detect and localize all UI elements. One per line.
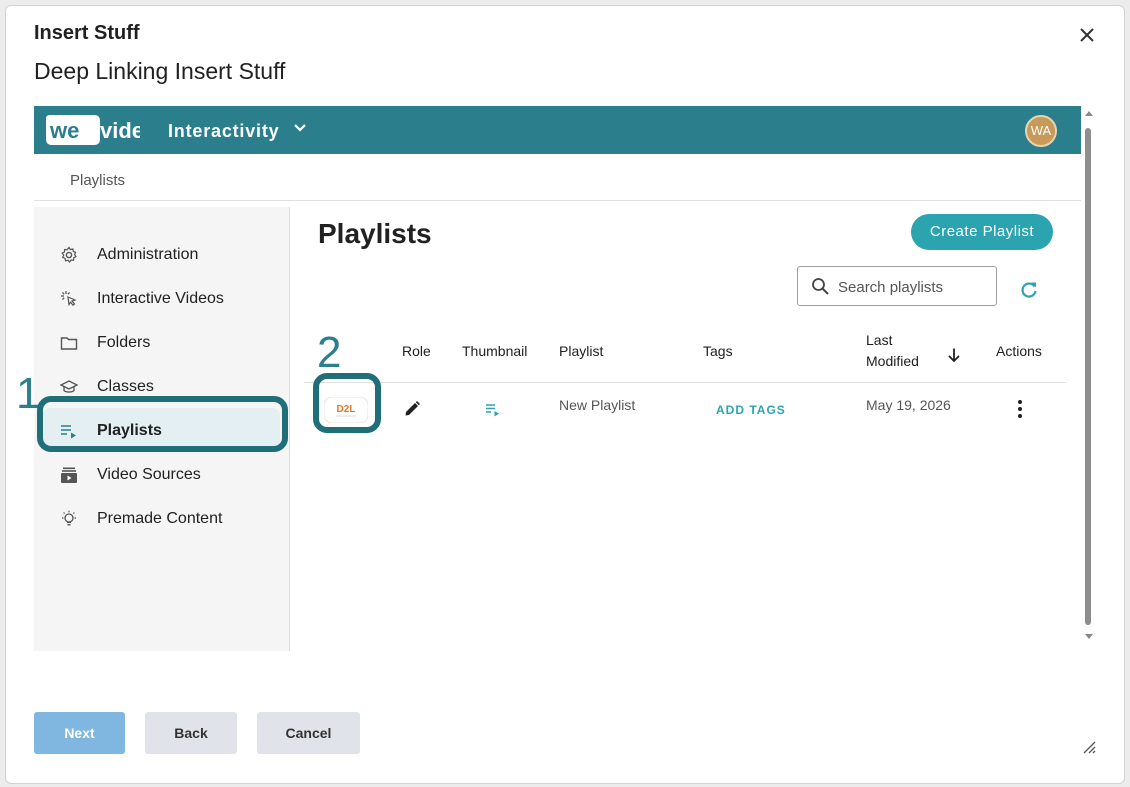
graduation-cap-icon <box>60 380 78 393</box>
resize-grip-icon[interactable] <box>1082 740 1096 754</box>
search-box[interactable] <box>797 266 997 306</box>
kebab-menu-icon[interactable] <box>1012 398 1028 420</box>
sidebar-item-label: Folders <box>97 334 151 351</box>
last-modified-date: May 19, 2026 <box>866 397 951 413</box>
dialog-subtitle: Deep Linking Insert Stuff <box>34 58 286 84</box>
refresh-icon[interactable] <box>1019 280 1039 300</box>
app-switcher-label[interactable]: Interactivity <box>168 121 279 142</box>
column-header-last-modified-line1[interactable]: Last <box>866 332 892 348</box>
sidebar-item-premade-content[interactable]: Premade Content <box>34 501 290 537</box>
user-avatar[interactable]: WA <box>1025 115 1057 147</box>
sidebar-item-interactive-videos[interactable]: Interactive Videos <box>34 281 290 317</box>
pencil-icon <box>405 401 420 416</box>
sidebar-divider <box>289 207 290 651</box>
close-button[interactable] <box>1075 23 1099 47</box>
sidebar-item-label: Classes <box>97 378 154 395</box>
scrollbar-thumb[interactable] <box>1085 128 1091 625</box>
wevideo-logo: we video <box>46 115 140 145</box>
sidebar-item-label: Video Sources <box>97 466 201 483</box>
sidebar-item-folders[interactable]: Folders <box>34 325 290 361</box>
create-playlist-button[interactable]: Create Playlist <box>911 214 1053 250</box>
annotation-highlight-d2l <box>313 373 381 433</box>
back-button[interactable]: Back <box>145 712 237 754</box>
embedded-app-frame: we video Interactivity WA Playlists Admi… <box>34 106 1081 651</box>
dialog-title: Insert Stuff <box>34 22 140 44</box>
annotation-highlight-playlists <box>37 396 288 452</box>
chevron-down-icon[interactable] <box>293 121 307 135</box>
video-stack-icon <box>61 467 77 483</box>
sidebar-item-label: Premade Content <box>97 510 223 527</box>
add-tags-link[interactable]: ADD TAGS <box>716 403 786 417</box>
app-header: we video Interactivity WA <box>34 106 1081 154</box>
sidebar-item-label: Administration <box>97 246 199 263</box>
breadcrumb[interactable]: Playlists <box>70 172 125 189</box>
column-header-tags[interactable]: Tags <box>703 343 733 359</box>
playlist-name[interactable]: New Playlist <box>559 397 635 413</box>
annotation-number-2: 2 <box>317 328 342 377</box>
gear-icon <box>61 246 77 263</box>
close-icon <box>1080 28 1094 42</box>
column-header-playlist[interactable]: Playlist <box>559 343 603 359</box>
cursor-click-icon <box>61 291 77 307</box>
cancel-button[interactable]: Cancel <box>257 712 360 754</box>
svg-text:we: we <box>49 118 79 143</box>
sidebar-item-administration[interactable]: Administration <box>34 237 290 273</box>
svg-text:video: video <box>100 118 140 143</box>
column-header-last-modified-line2[interactable]: Modified <box>866 353 919 369</box>
playlist-icon[interactable] <box>485 402 501 418</box>
search-icon <box>812 278 829 295</box>
lightbulb-icon <box>62 510 76 526</box>
breadcrumb-divider <box>34 200 1081 201</box>
sidebar-item-label: Interactive Videos <box>97 290 224 307</box>
search-input[interactable] <box>838 277 988 297</box>
sidebar-item-video-sources[interactable]: Video Sources <box>34 457 290 493</box>
table-header-divider <box>304 382 1066 383</box>
column-header-thumbnail[interactable]: Thumbnail <box>462 343 527 359</box>
column-header-actions: Actions <box>996 343 1042 359</box>
page-title: Playlists <box>318 218 432 249</box>
column-header-role[interactable]: Role <box>402 343 431 359</box>
next-button[interactable]: Next <box>34 712 125 754</box>
sort-descending-icon[interactable] <box>946 347 962 363</box>
folder-icon <box>60 337 78 350</box>
